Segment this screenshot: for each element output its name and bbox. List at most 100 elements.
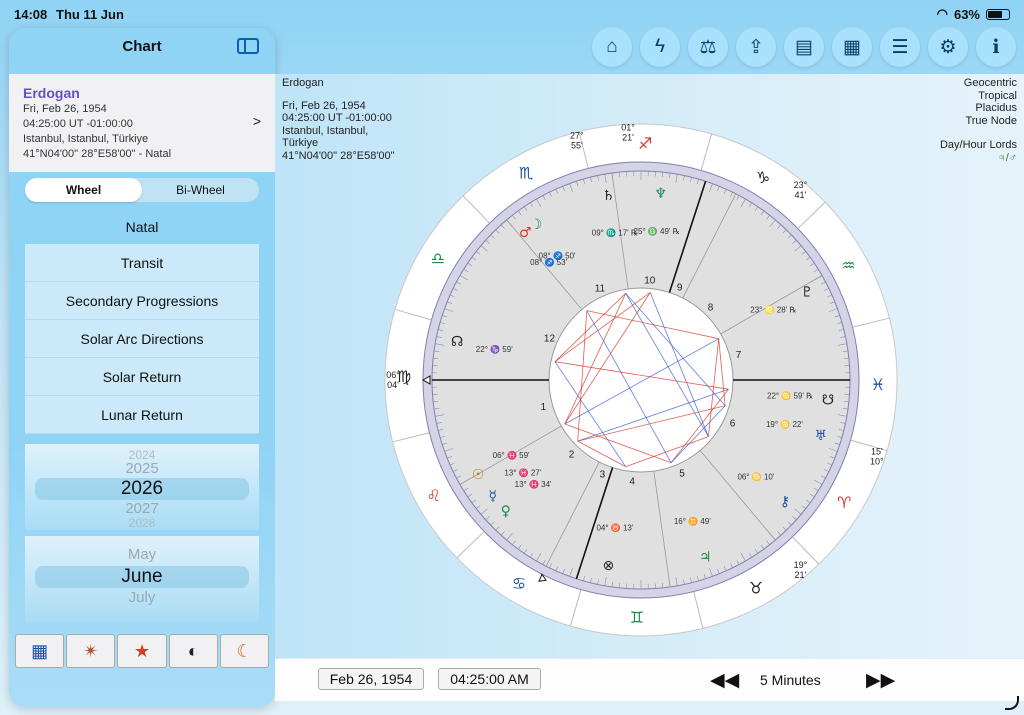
month-selected: June (121, 566, 163, 587)
eclipse-icon[interactable]: ◐ (168, 634, 218, 668)
cusp-minute: 21' (795, 570, 807, 580)
house-number: 1 (541, 402, 547, 413)
natal-label[interactable]: Natal (9, 219, 275, 235)
cusp-minute: 41' (795, 190, 807, 200)
planet-glyph: ⚷ (780, 494, 790, 510)
option-zodiac: Tropical (978, 89, 1017, 102)
planet-glyph: ☽ (530, 217, 543, 233)
aspect-star-icon[interactable]: ✴ (66, 634, 116, 668)
option-houses: Placidus (975, 102, 1017, 114)
lightning-icon[interactable]: ϟ (640, 27, 680, 67)
planet-position: 09° ♏ 17' ℞ (592, 227, 638, 237)
planet-position: 22° ♋ 59' ℞ (767, 391, 813, 401)
cusp-minute: 21' (622, 132, 634, 142)
lords-value: ♃/♂ (997, 151, 1017, 164)
cusp-degree: 27° (570, 130, 584, 140)
chart-type-solar-arc[interactable]: Solar Arc Directions (25, 320, 259, 358)
status-indicators: ◠ 63% (937, 6, 1010, 22)
settings-icon[interactable]: ⚙ (928, 27, 968, 67)
planet-glyph: ☊ (451, 334, 463, 350)
list-icon[interactable]: ☰ (880, 27, 920, 67)
year-prev: 2025 (125, 460, 159, 477)
chart-type-lunar-return[interactable]: Lunar Return (25, 396, 259, 434)
wifi-icon: ◠ (936, 6, 948, 21)
planet-glyph: ☿ (489, 489, 498, 505)
segment-bi-wheel[interactable]: Bi-Wheel (142, 178, 259, 202)
planet-position: 19° ♋ 22' (766, 419, 803, 429)
home-icon[interactable]: ⌂ (592, 27, 632, 67)
sign-glyph: ♉ (749, 578, 763, 597)
sign-glyph: ♈ (837, 493, 851, 512)
planet-glyph: ♄ (602, 188, 615, 204)
moon-icon[interactable]: ☾ (219, 634, 270, 668)
month-picker[interactable]: May June July (25, 536, 259, 622)
year-next: 2027 (125, 500, 159, 517)
scales-icon[interactable]: ⚖ (688, 27, 728, 67)
planet-position: 06° ♓ 59' (493, 450, 530, 460)
house-number: 12 (544, 333, 556, 344)
calculator-icon[interactable]: ▦ (832, 27, 872, 67)
planet-position: 23° ♌ 28' ℞ (750, 305, 796, 315)
chart-type-solar-return[interactable]: Solar Return (25, 358, 259, 396)
year-selected: 2026 (120, 478, 164, 499)
chart-place: Istanbul, Istanbul, Türkiye (23, 133, 149, 145)
planet-position: 04° ♉ 13' (596, 523, 633, 533)
info-date: Fri, Feb 26, 1954 (282, 99, 366, 112)
info-icon[interactable]: i (976, 27, 1016, 67)
month-next: July (128, 589, 156, 606)
planet-position: 06° ♋ 10' (737, 471, 774, 481)
planet-glyph: ♀ (501, 504, 511, 520)
stars-icon[interactable]: ★ (117, 634, 167, 668)
document-icon[interactable]: ▤ (784, 27, 824, 67)
house-number: 2 (569, 449, 575, 460)
chart-type-secondary-progressions[interactable]: Secondary Progressions (25, 282, 259, 320)
sidebar-toggle-icon[interactable] (237, 38, 259, 54)
sidebar: Chart Erdogan Fri, Feb 26, 1954 04:25:00… (9, 28, 275, 707)
house-number: 3 (600, 469, 606, 480)
status-date: Thu 11 Jun (56, 7, 124, 22)
time-button[interactable]: 04:25:00 AM (438, 668, 541, 690)
natal-wheel[interactable]: ♒♑♐♏♎♍♌♋♊♉♈♓12345678910111206°04'01°21'2… (379, 118, 903, 642)
chevron-right-icon: > (252, 113, 261, 129)
planet-glyph: ♆ (654, 186, 667, 202)
info-place-1: Istanbul, Istanbul, (282, 124, 369, 137)
sidebar-title: Chart (122, 38, 162, 55)
sign-glyph: ♑ (756, 168, 770, 187)
planet-position: 16° ♊ 49' (674, 516, 711, 526)
planet-position: 22° ♑ 59' (476, 344, 513, 354)
info-name: Erdogan (282, 77, 324, 89)
resize-handle[interactable] (1005, 696, 1019, 710)
year-next2: 2028 (128, 516, 156, 530)
house-number: 5 (679, 468, 685, 479)
rewind-icon[interactable]: ◀◀ (710, 669, 739, 692)
info-time: 04:25:00 UT -01:00:00 (282, 112, 392, 124)
chart-card[interactable]: Erdogan Fri, Feb 26, 1954 04:25:00 UT -0… (9, 74, 275, 172)
time-step-label[interactable]: 5 Minutes (760, 672, 821, 688)
segment-wheel[interactable]: Wheel (25, 178, 142, 202)
sign-glyph: ♌ (427, 486, 441, 505)
forward-icon[interactable]: ▶▶ (866, 669, 895, 692)
lords-label: Day/Hour Lords (939, 139, 1017, 151)
house-number: 11 (595, 284, 606, 295)
planet-position: 08° ♐ 50' (539, 251, 576, 261)
sidebar-bottom-tabs: ▦ ✴ ★ ◐ ☾ (15, 634, 270, 668)
date-button[interactable]: Feb 26, 1954 (318, 668, 424, 690)
sign-glyph: ♐ (638, 134, 652, 153)
grid-icon[interactable]: ▦ (15, 634, 65, 668)
cusp-minute: 55' (571, 140, 583, 150)
sign-glyph: ♏ (519, 164, 533, 183)
sign-glyph: ♎ (431, 249, 445, 268)
chart-type-transit[interactable]: Transit (25, 244, 259, 282)
status-bar: 14:08 Thu 11 Jun ◠ 63% (0, 0, 1024, 26)
cusp-degree: 06° (386, 370, 400, 380)
wheel-segmented-control: Wheel Bi-Wheel (25, 178, 259, 202)
planet-position: 25° ♎ 49' ℞ (634, 226, 680, 236)
battery-percent: 63% (953, 6, 980, 22)
cusp-minute: 10° (870, 457, 884, 467)
planet-position: 13° ♓ 27' (504, 467, 541, 477)
year-picker[interactable]: 2024 2025 2026 2027 2028 (25, 444, 259, 530)
chart-options: Geocentric Tropical Placidus True Node D… (940, 77, 1017, 164)
share-icon[interactable]: ⇪ (736, 27, 776, 67)
house-number: 10 (644, 275, 656, 286)
house-number: 7 (736, 350, 742, 361)
